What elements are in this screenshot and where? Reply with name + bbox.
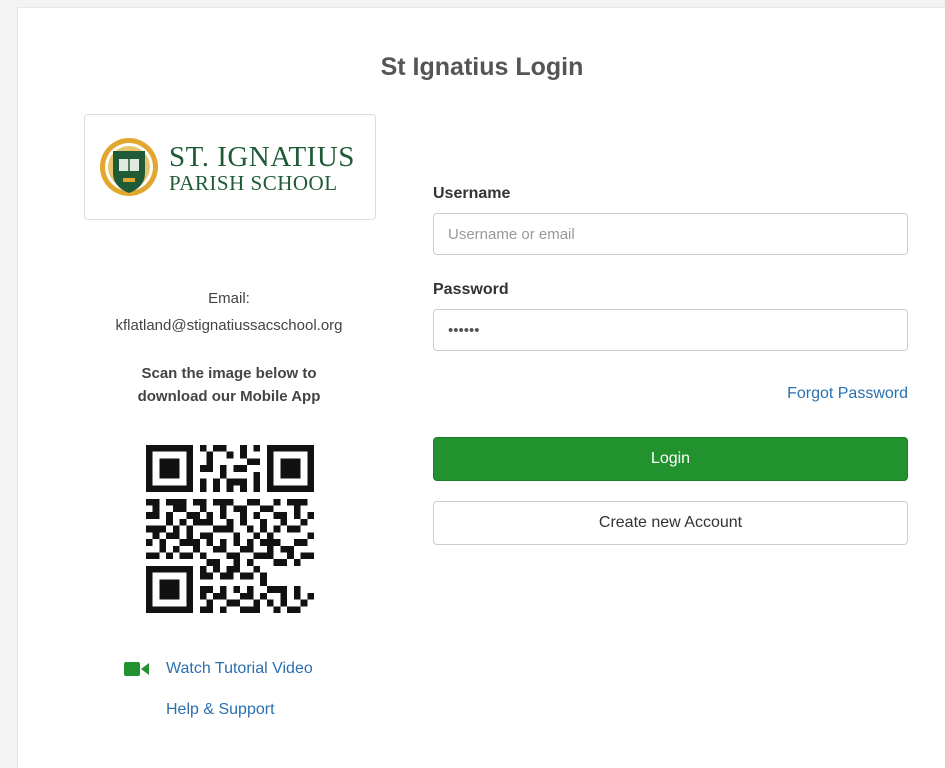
- create-account-button[interactable]: Create new Account: [433, 501, 908, 545]
- username-input[interactable]: [433, 213, 908, 255]
- logo-line-1: ST. IGNATIUS: [169, 141, 355, 173]
- scan-instructions: Scan the image below to download our Mob…: [84, 362, 374, 408]
- username-label: Username: [433, 185, 511, 202]
- watch-tutorial-label: Watch Tutorial Video: [166, 660, 313, 677]
- forgot-password-link[interactable]: Forgot Password: [718, 385, 908, 403]
- page-title: St Ignatius Login: [380, 53, 584, 81]
- help-support-link[interactable]: Help & Support: [166, 701, 275, 719]
- qr-code-icon: [146, 445, 314, 613]
- email-label: Email:: [208, 290, 250, 307]
- school-logo: ST. IGNATIUS PARISH SCHOOL: [84, 114, 376, 220]
- login-card: St Ignatius Login ST. IGNATIUS PARISH SC…: [17, 7, 945, 768]
- watch-tutorial-link[interactable]: Watch Tutorial Video: [124, 660, 313, 678]
- scan-text-line-1: Scan the image below to: [141, 365, 317, 382]
- school-crest-icon: [100, 138, 158, 196]
- password-label: Password: [433, 281, 509, 298]
- logo-line-2: PARISH SCHOOL: [169, 171, 338, 195]
- video-camera-icon: [124, 662, 149, 676]
- contact-email: kflatland@stignatiussacschool.org: [115, 317, 343, 334]
- login-button[interactable]: Login: [433, 437, 908, 481]
- password-input[interactable]: [433, 309, 908, 351]
- scan-text-line-2: download our Mobile App: [137, 388, 321, 405]
